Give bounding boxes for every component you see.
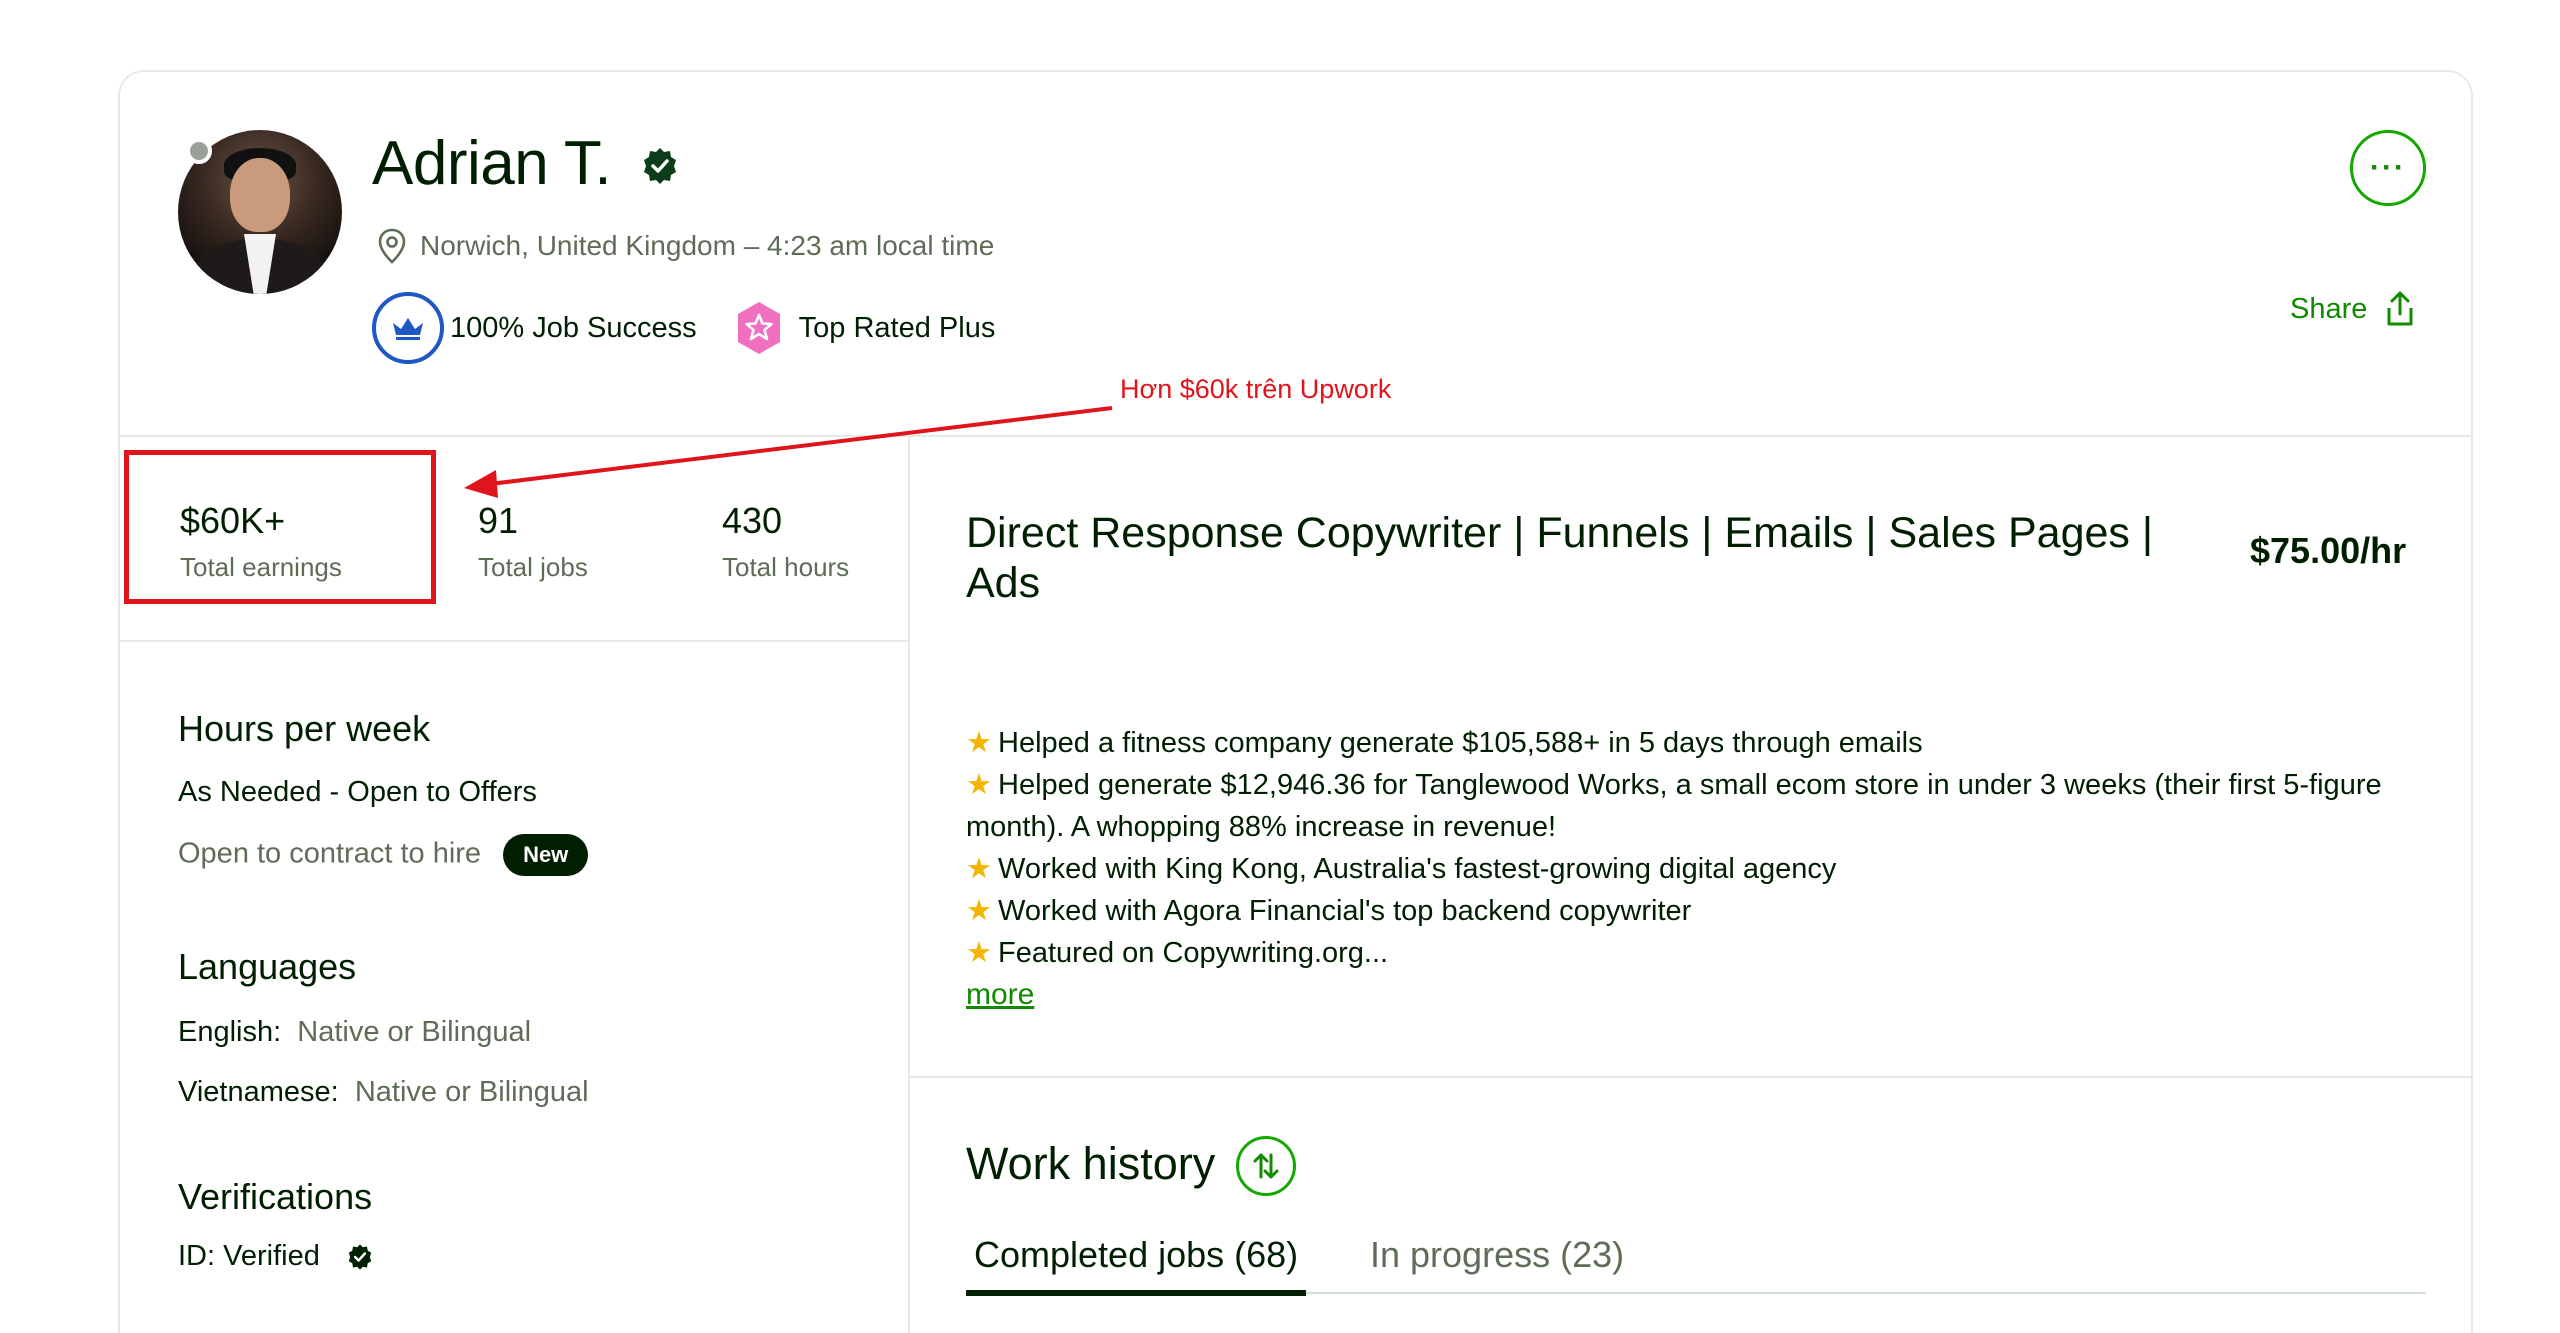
overview-more-link[interactable]: more — [966, 978, 1034, 1011]
language-row: English: Native or Bilingual — [178, 1016, 531, 1049]
overview-text: Helped generate $12,946.36 for Tanglewoo… — [966, 769, 2382, 843]
freelancer-name: Adrian T. — [372, 129, 612, 198]
top-rated-plus-label: Top Rated Plus — [798, 311, 996, 344]
overview-text: Featured on Copywriting.org... — [998, 937, 1389, 969]
stat-label: Total jobs — [478, 552, 588, 582]
overview-item: ★ Featured on Copywriting.org... — [966, 932, 2426, 974]
online-status-dot — [186, 138, 212, 164]
language-level: Native or Bilingual — [354, 1076, 589, 1108]
star-icon: ★ — [966, 727, 992, 759]
avatar[interactable] — [178, 130, 342, 294]
stat-total-hours: 430 Total hours — [722, 500, 849, 583]
languages-title: Languages — [178, 946, 357, 987]
location-text: Norwich, United Kingdom – 4:23 am local … — [420, 230, 995, 261]
header-divider — [120, 435, 2472, 437]
new-badge: New — [503, 834, 589, 876]
language-name: Vietnamese: — [178, 1076, 339, 1108]
stats-divider — [120, 640, 908, 642]
column-divider — [908, 437, 910, 1333]
overview-divider — [910, 1076, 2472, 1078]
profile-headline: Direct Response Copywriter | Funnels | E… — [966, 509, 2154, 607]
star-icon: ★ — [966, 853, 992, 885]
tab-completed-jobs[interactable]: Completed jobs (68) — [966, 1234, 1307, 1296]
job-success-icon[interactable] — [372, 292, 444, 364]
share-button[interactable]: Share — [2290, 290, 2419, 328]
location-pin-icon — [378, 228, 406, 264]
sort-arrows-icon — [1253, 1153, 1279, 1179]
top-rated-plus-icon[interactable] — [731, 300, 787, 356]
overview-item: ★ Helped generate $12,946.36 for Tanglewo… — [966, 764, 2426, 848]
id-verified-text: ID: Verified — [178, 1240, 320, 1272]
location-row: Norwich, United Kingdom – 4:23 am local … — [378, 228, 994, 264]
stat-total-jobs: 91 Total jobs — [478, 500, 588, 583]
badges-row: 100% Job Success Top Rated Plus — [372, 292, 995, 364]
hours-per-week-value: As Needed - Open to Offers — [178, 776, 537, 808]
contract-to-hire-text: Open to contract to hire — [178, 837, 482, 870]
work-history-tabs: Completed jobs (68) In progress (23) — [966, 1234, 2426, 1296]
id-verified-row: ID: Verified — [178, 1240, 374, 1273]
profile-overview: ★ Helped a fitness company generate $105,… — [966, 722, 2426, 1016]
verifications-title: Verifications — [178, 1176, 373, 1217]
stat-label: Total hours — [722, 552, 850, 582]
stat-total-earnings: $60K+ Total earnings — [180, 500, 342, 583]
annotation-text: Hơn $60k trên Upwork — [1120, 374, 1392, 404]
overview-text: Worked with King Kong, Australia's faste… — [998, 853, 1837, 885]
crown-icon — [393, 318, 423, 340]
overview-text: Worked with Agora Financial's top backen… — [998, 895, 1692, 927]
overview-item: ★ Helped a fitness company generate $105,… — [966, 722, 2426, 764]
star-icon: ★ — [966, 937, 992, 969]
stat-value: $60K+ — [180, 500, 286, 541]
work-history-title: Work history — [966, 1138, 1216, 1189]
hourly-rate: $75.00/hr — [2250, 530, 2407, 571]
share-label: Share — [2290, 292, 2368, 325]
job-success-label: 100% Job Success — [450, 311, 697, 344]
stat-value: 430 — [722, 500, 783, 541]
tab-in-progress[interactable]: In progress (23) — [1370, 1234, 1624, 1276]
verified-check-icon — [348, 1244, 372, 1270]
stat-label: Total earnings — [180, 552, 342, 582]
contract-to-hire-row: Open to contract to hire New — [178, 834, 589, 876]
overview-item: ★ Worked with King Kong, Australia's fast… — [966, 848, 2426, 890]
sort-button[interactable] — [1236, 1136, 1296, 1196]
share-icon — [2387, 291, 2413, 326]
more-options-button[interactable]: ··· — [2350, 130, 2426, 206]
star-icon: ★ — [966, 895, 992, 927]
hours-per-week-title: Hours per week — [178, 708, 431, 749]
verified-badge-icon — [644, 148, 676, 184]
stat-value: 91 — [478, 500, 519, 541]
language-row: Vietnamese: Native or Bilingual — [178, 1076, 589, 1109]
overview-item: ★ Worked with Agora Financial's top backe… — [966, 890, 2426, 932]
star-icon: ★ — [966, 769, 992, 801]
language-name: English: — [178, 1016, 282, 1048]
language-level: Native or Bilingual — [297, 1016, 532, 1048]
overview-text: Helped a fitness company generate $105,5… — [998, 727, 1923, 759]
